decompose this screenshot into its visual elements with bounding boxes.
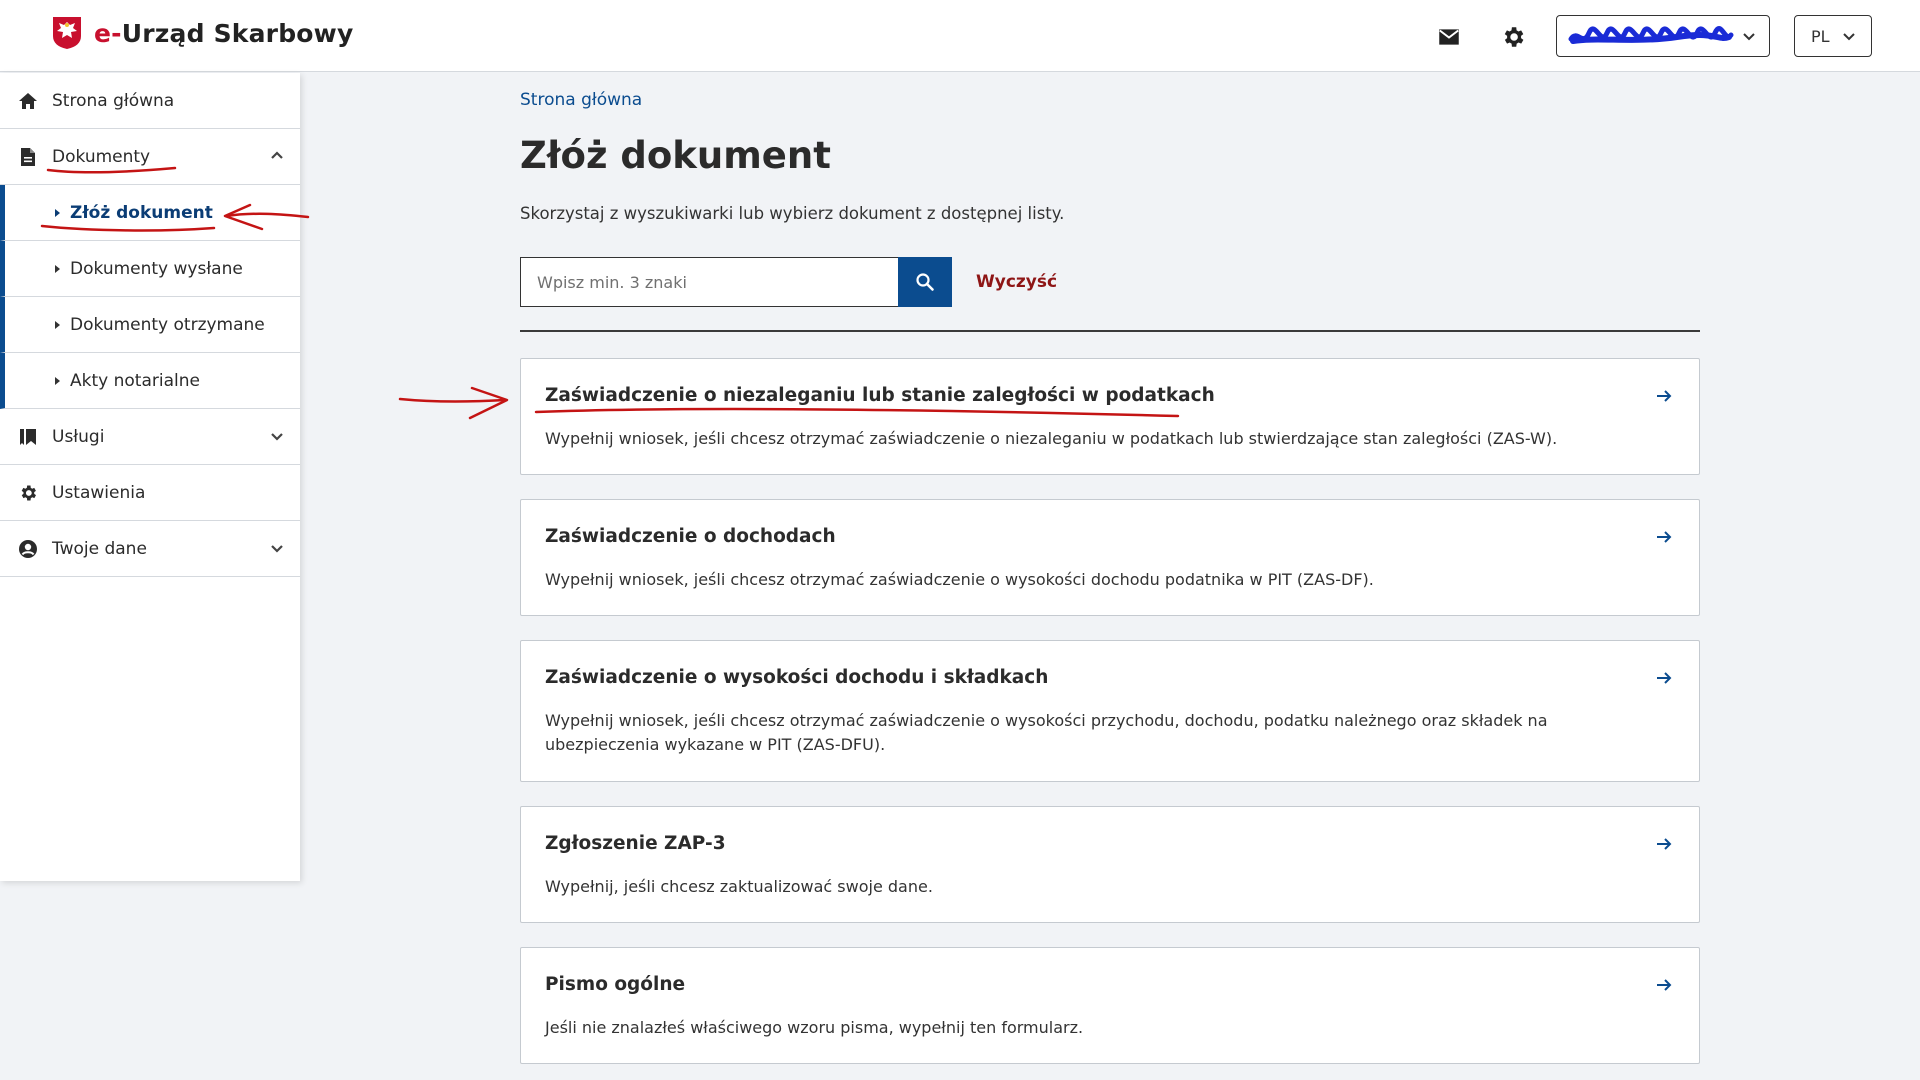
sidebar-item-documents[interactable]: Dokumenty (0, 129, 300, 185)
document-card[interactable]: Zgłoszenie ZAP-3 Wypełnij, jeśli chcesz … (520, 806, 1700, 923)
arrow-right-icon (1657, 979, 1672, 991)
document-title: Zaświadczenie o niezaleganiu lub stanie … (545, 385, 1215, 406)
document-card[interactable]: Zaświadczenie o wysokości dochodu i skła… (520, 640, 1700, 782)
brand-logo[interactable]: e-Urząd Skarbowy (52, 16, 353, 50)
account-select[interactable] (1556, 15, 1770, 57)
bullet-icon (55, 264, 60, 273)
gear-icon (21, 485, 36, 500)
search-button[interactable] (898, 257, 952, 307)
document-description: Jeśli nie znalazłeś właściwego wzoru pis… (545, 1018, 1084, 1037)
search-input[interactable] (520, 257, 899, 307)
sidebar-item-label: Usługi (52, 426, 105, 447)
user-circle-icon (19, 539, 37, 558)
top-header: e-Urząd Skarbowy PL (0, 0, 1920, 72)
sidebar-item-home[interactable]: Strona główna (0, 73, 300, 129)
redacted-scribble (1568, 26, 1734, 44)
bullet-icon (55, 208, 60, 217)
chevron-down-icon (1843, 33, 1855, 41)
brand-prefix: e- (94, 18, 122, 48)
annotation-arrow (398, 397, 507, 403)
document-title: Zaświadczenie o dochodach (545, 526, 836, 547)
language-select[interactable]: PL (1794, 15, 1872, 57)
sidebar-subitem-label: Dokumenty otrzymane (70, 314, 265, 335)
document-card[interactable]: Zaświadczenie o dochodach Wypełnij wnios… (520, 499, 1700, 616)
document-title: Zgłoszenie ZAP-3 (545, 833, 726, 854)
chevron-up-icon (271, 151, 283, 159)
sidebar-item-your-data[interactable]: Twoje dane (0, 521, 300, 577)
sidebar-subitem-label: Złóż dokument (70, 202, 213, 223)
sidebar: Strona główna Dokumenty Złóż dokument Do… (0, 73, 300, 881)
intro-text: Skorzystaj z wyszukiwarki lub wybierz do… (520, 204, 1065, 223)
document-card[interactable]: Pismo ogólne Jeśli nie znalazłeś właściw… (520, 947, 1700, 1064)
chevron-down-icon (1743, 33, 1755, 41)
sidebar-subitem-notarial-deeds[interactable]: Akty notarialne (0, 353, 300, 409)
document-description: Wypełnij wniosek, jeśli chcesz otrzymać … (545, 711, 1548, 754)
brand-name: Urząd Skarbowy (121, 18, 354, 48)
document-description: Wypełnij, jeśli chcesz zaktualizować swo… (545, 877, 933, 896)
bullet-icon (55, 376, 60, 385)
sidebar-item-label: Twoje dane (52, 538, 147, 559)
document-icon (21, 147, 35, 166)
arrow-right-icon (1657, 672, 1672, 684)
sidebar-item-settings[interactable]: Ustawienia (0, 465, 300, 521)
home-icon (19, 92, 37, 109)
sidebar-subitem-received-documents[interactable]: Dokumenty otrzymane (0, 297, 300, 353)
settings-gear-icon[interactable] (1500, 24, 1526, 50)
document-description: Wypełnij wniosek, jeśli chcesz otrzymać … (545, 429, 1558, 448)
eagle-emblem-icon (53, 17, 81, 49)
mail-icon[interactable] (1436, 24, 1462, 50)
sidebar-item-label: Strona główna (52, 90, 175, 111)
bullet-icon (55, 320, 60, 329)
sidebar-subitem-label: Dokumenty wysłane (70, 258, 243, 279)
sidebar-subitem-sent-documents[interactable]: Dokumenty wysłane (0, 241, 300, 297)
chevron-down-icon (271, 433, 283, 441)
document-card[interactable]: Zaświadczenie o niezaleganiu lub stanie … (520, 358, 1700, 475)
sidebar-item-label: Ustawienia (52, 482, 146, 503)
annotation-arrowhead (468, 386, 509, 420)
clear-search-link[interactable]: Wyczyść (976, 272, 1057, 292)
arrow-right-icon (1657, 838, 1672, 850)
sidebar-subitem-label: Akty notarialne (70, 370, 200, 391)
results-divider (520, 330, 1700, 332)
chevron-down-icon (271, 545, 283, 553)
document-title: Zaświadczenie o wysokości dochodu i skła… (545, 667, 1049, 688)
arrow-right-icon (1657, 531, 1672, 543)
sidebar-item-services[interactable]: Usługi (0, 409, 300, 465)
document-title: Pismo ogólne (545, 974, 686, 995)
language-value: PL (1811, 26, 1830, 46)
sidebar-subitem-submit-document[interactable]: Złóż dokument (0, 185, 300, 241)
arrow-right-icon (1657, 390, 1672, 402)
brand-title: e-Urząd Skarbowy (94, 19, 353, 48)
breadcrumb-home[interactable]: Strona główna (520, 90, 642, 110)
bookmark-icon (20, 428, 36, 445)
sidebar-item-label: Dokumenty (52, 146, 151, 167)
document-description: Wypełnij wniosek, jeśli chcesz otrzymać … (545, 570, 1374, 589)
search-icon (916, 273, 934, 291)
page-title: Złóż dokument (520, 134, 831, 177)
